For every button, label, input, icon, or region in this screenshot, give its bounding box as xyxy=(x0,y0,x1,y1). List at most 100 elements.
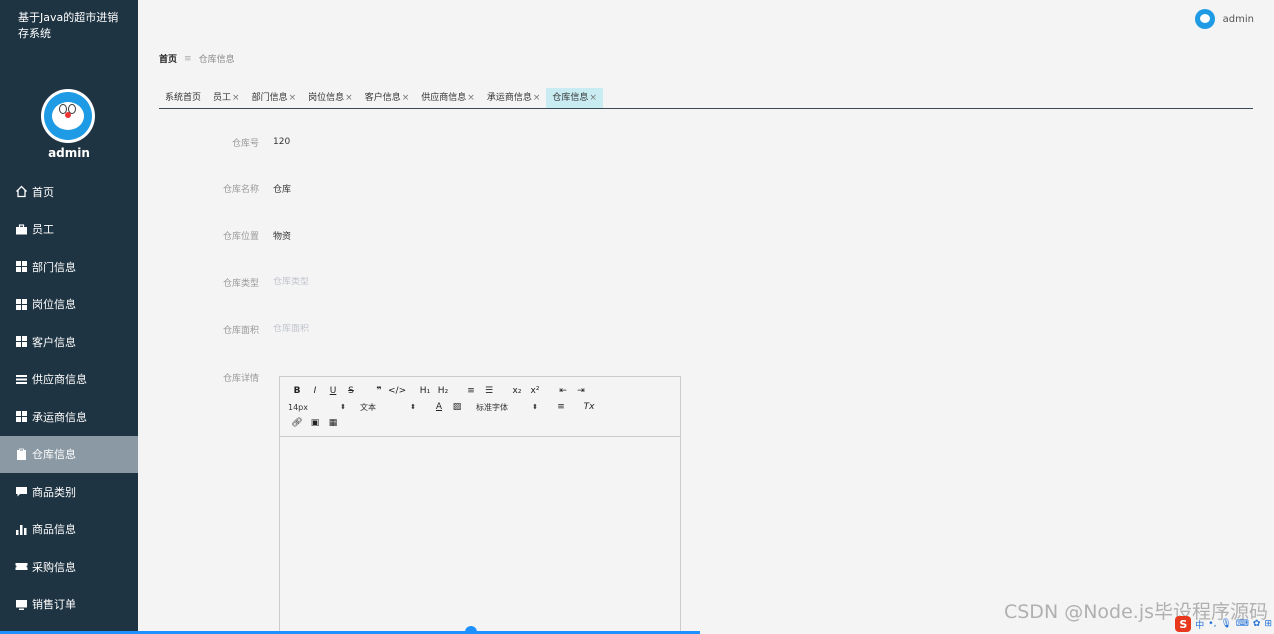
tab-carrier[interactable]: 承运商信息× xyxy=(481,88,547,108)
grid-icon xyxy=(15,335,28,348)
breadcrumb-home[interactable]: 首页 xyxy=(159,52,177,65)
microphone-icon[interactable]: 🎙︎ xyxy=(1220,619,1231,629)
avatar-name: admin xyxy=(48,146,90,160)
image-icon[interactable]: ▣ xyxy=(306,418,324,428)
subscript-button[interactable]: x₂ xyxy=(508,386,526,396)
user-menu[interactable]: admin xyxy=(1194,9,1254,29)
clipboard-icon xyxy=(15,448,28,461)
tab-supplier[interactable]: 供应商信息× xyxy=(415,88,481,108)
link-icon[interactable]: 🔗︎ xyxy=(288,418,306,428)
progress-knob[interactable] xyxy=(465,626,477,634)
tab-home[interactable]: 系统首页 xyxy=(159,88,207,108)
punctuation-icon[interactable]: •, xyxy=(1208,619,1216,629)
tab-label: 系统首页 xyxy=(165,93,202,103)
field-label: 仓库名称 xyxy=(222,184,259,195)
font-family-value: 标准字体 xyxy=(476,402,508,412)
sidebar-item-warehouse[interactable]: 仓库信息 xyxy=(0,435,138,473)
sidebar-item-supplier[interactable]: 供应商信息 xyxy=(0,361,138,399)
text-style-value: 文本 xyxy=(360,402,376,412)
form-row-warehouse-area: 仓库面积 xyxy=(190,320,573,338)
tab-customer[interactable]: 客户信息× xyxy=(359,88,416,108)
font-size-select[interactable]: 14px ⬍ xyxy=(288,403,346,412)
form-row-warehouse-type: 仓库类型 xyxy=(190,273,573,291)
warehouse-location-value[interactable]: 物资 xyxy=(273,229,291,242)
sidebar-item-label: 商品类别 xyxy=(32,485,76,499)
home-icon xyxy=(15,185,28,198)
tab-label: 承运商信息 xyxy=(486,93,532,103)
sidebar-item-employee[interactable]: 员工 xyxy=(0,211,138,249)
close-icon[interactable]: × xyxy=(533,93,541,103)
close-icon[interactable]: × xyxy=(589,93,597,103)
tab-label: 仓库信息 xyxy=(552,93,589,103)
code-block-button[interactable]: </> xyxy=(388,386,406,396)
header-1-button[interactable]: H₁ xyxy=(416,386,434,396)
grid-icon xyxy=(15,410,28,423)
sidebar-item-position[interactable]: 岗位信息 xyxy=(0,286,138,324)
font-color-button[interactable]: A xyxy=(430,402,448,412)
sidebar-item-customer[interactable]: 客户信息 xyxy=(0,323,138,361)
close-icon[interactable]: × xyxy=(402,93,410,103)
sidebar-item-label: 供应商信息 xyxy=(32,373,87,387)
header-2-button[interactable]: H₂ xyxy=(434,386,452,396)
bullet-list-button[interactable]: ☰ xyxy=(480,386,498,396)
outdent-button[interactable]: ⇤ xyxy=(554,386,572,396)
font-family-select[interactable]: 标准字体 ⬍ xyxy=(476,402,538,413)
strike-button[interactable]: S xyxy=(342,386,360,396)
avatar[interactable] xyxy=(41,89,95,143)
close-icon[interactable]: × xyxy=(467,93,475,103)
sidebar-item-label: 首页 xyxy=(32,185,54,199)
tab-warehouse[interactable]: 仓库信息× xyxy=(546,88,603,108)
close-icon[interactable]: × xyxy=(232,93,240,103)
tab-department[interactable]: 部门信息× xyxy=(246,88,303,108)
field-label: 仓库类型 xyxy=(222,278,259,289)
text-style-select[interactable]: 文本 ⬍ xyxy=(360,402,416,413)
sogou-ime-icon[interactable]: S xyxy=(1175,616,1192,632)
close-icon[interactable]: × xyxy=(345,93,353,103)
skin-icon[interactable]: ✿ xyxy=(1253,619,1261,629)
ordered-list-button[interactable]: ≡ xyxy=(462,386,480,396)
sidebar-item-carrier[interactable]: 承运商信息 xyxy=(0,398,138,436)
tab-position[interactable]: 岗位信息× xyxy=(302,88,359,108)
editor-toolbar: B I U S ❞ </> H₁ H₂ ≡ ☰ x₂ x² ⇤ ⇥ 14px ⬍ … xyxy=(280,377,680,437)
font-size-value: 14px xyxy=(288,402,308,412)
sidebar-item-purchase[interactable]: 采购信息 xyxy=(0,548,138,586)
blockquote-button[interactable]: ❞ xyxy=(370,386,388,396)
breadcrumb-current: 仓库信息 xyxy=(198,55,235,65)
sidebar-item-category[interactable]: 商品类别 xyxy=(0,473,138,511)
warehouse-type-input[interactable] xyxy=(273,277,573,287)
clear-format-button[interactable]: Tx xyxy=(580,402,598,412)
italic-button[interactable]: I xyxy=(306,386,324,396)
grid-icon xyxy=(15,298,28,311)
sidebar-item-department[interactable]: 部门信息 xyxy=(0,248,138,286)
superscript-button[interactable]: x² xyxy=(526,386,544,396)
system-title: 基于Java的超市进销存系统 xyxy=(18,11,119,40)
sidebar-item-sales-order[interactable]: 销售订单 xyxy=(0,586,138,624)
video-icon[interactable]: ▦ xyxy=(324,418,342,428)
field-label: 仓库位置 xyxy=(222,231,259,242)
ime-tray: S 中 •, 🎙︎ ⌨︎ ✿ ⊞ xyxy=(1175,616,1272,632)
sidebar-item-label: 仓库信息 xyxy=(32,448,76,462)
indent-button[interactable]: ⇥ xyxy=(572,386,590,396)
warehouse-area-input[interactable] xyxy=(273,324,573,334)
ime-mode-label[interactable]: 中 xyxy=(1195,618,1204,631)
toolbox-icon[interactable]: ⊞ xyxy=(1264,619,1272,629)
editor-content-area[interactable] xyxy=(280,437,680,633)
sidebar: 基于Java的超市进销存系统 admin 首页 员工 部门信息 岗位信息 客户信 xyxy=(0,0,138,634)
briefcase-icon xyxy=(15,223,28,236)
sidebar-item-label: 销售订单 xyxy=(32,598,76,612)
underline-button[interactable]: U xyxy=(324,386,342,396)
tab-employee[interactable]: 员工× xyxy=(207,88,246,108)
keyboard-icon[interactable]: ⌨︎ xyxy=(1236,619,1249,629)
tab-label: 岗位信息 xyxy=(308,93,345,103)
background-color-icon[interactable]: ▨ xyxy=(448,402,466,412)
bold-button[interactable]: B xyxy=(288,386,306,396)
sidebar-item-product[interactable]: 商品信息 xyxy=(0,511,138,549)
sidebar-menu: 首页 员工 部门信息 岗位信息 客户信息 供应商信息 承运商信息 仓库信息 商品… xyxy=(0,173,138,623)
sidebar-item-home[interactable]: 首页 xyxy=(0,173,138,211)
align-icon[interactable]: ≡ xyxy=(552,402,570,412)
close-icon[interactable]: × xyxy=(289,93,297,103)
comment-icon xyxy=(15,485,28,498)
warehouse-no-value[interactable]: 120 xyxy=(273,137,290,147)
warehouse-name-value[interactable]: 仓库 xyxy=(273,182,291,195)
rich-text-editor: B I U S ❞ </> H₁ H₂ ≡ ☰ x₂ x² ⇤ ⇥ 14px ⬍ … xyxy=(279,376,681,634)
